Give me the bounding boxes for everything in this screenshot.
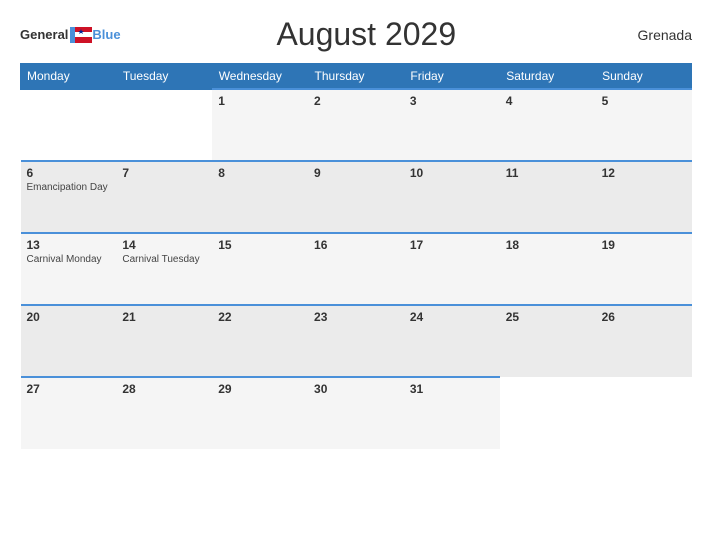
day-number: 12 <box>602 166 686 180</box>
calendar-table: MondayTuesdayWednesdayThursdayFridaySatu… <box>20 63 692 449</box>
day-number: 17 <box>410 238 494 252</box>
weekday-friday: Friday <box>404 64 500 90</box>
calendar-cell: 27 <box>21 377 117 449</box>
page: General Blue August 2029 Grenada MondayT… <box>0 0 712 550</box>
day-number: 23 <box>314 310 398 324</box>
weekday-saturday: Saturday <box>500 64 596 90</box>
calendar-cell <box>21 89 117 161</box>
calendar-cell: 10 <box>404 161 500 233</box>
country-label: Grenada <box>612 27 692 43</box>
day-number: 3 <box>410 94 494 108</box>
calendar-cell: 26 <box>596 305 692 377</box>
day-number: 4 <box>506 94 590 108</box>
calendar-cell: 16 <box>308 233 404 305</box>
day-number: 24 <box>410 310 494 324</box>
calendar-cell: 14 Carnival Tuesday <box>116 233 212 305</box>
day-number: 2 <box>314 94 398 108</box>
calendar-cell: 22 <box>212 305 308 377</box>
calendar-title: August 2029 <box>121 16 612 53</box>
day-number: 1 <box>218 94 302 108</box>
calendar-cell: 28 <box>116 377 212 449</box>
calendar-cell: 23 <box>308 305 404 377</box>
calendar-cell <box>500 377 596 449</box>
day-number: 28 <box>122 382 206 396</box>
event-label: Emancipation Day <box>27 182 111 193</box>
weekday-header-row: MondayTuesdayWednesdayThursdayFridaySatu… <box>21 64 692 90</box>
calendar-cell: 15 <box>212 233 308 305</box>
day-number: 10 <box>410 166 494 180</box>
day-number: 31 <box>410 382 494 396</box>
calendar-cell: 25 <box>500 305 596 377</box>
calendar-cell <box>596 377 692 449</box>
day-number: 13 <box>27 238 111 252</box>
header: General Blue August 2029 Grenada <box>20 16 692 53</box>
day-number: 7 <box>122 166 206 180</box>
calendar-cell: 17 <box>404 233 500 305</box>
logo-general-text: General <box>20 27 68 42</box>
calendar-header: MondayTuesdayWednesdayThursdayFridaySatu… <box>21 64 692 90</box>
calendar-cell: 9 <box>308 161 404 233</box>
calendar-cell: 31 <box>404 377 500 449</box>
calendar-cell: 29 <box>212 377 308 449</box>
day-number: 29 <box>218 382 302 396</box>
calendar-cell: 7 <box>116 161 212 233</box>
day-number: 25 <box>506 310 590 324</box>
day-number: 14 <box>122 238 206 252</box>
calendar-week-4: 20 21 22 23 24 25 26 <box>21 305 692 377</box>
calendar-cell: 21 <box>116 305 212 377</box>
calendar-cell: 19 <box>596 233 692 305</box>
weekday-sunday: Sunday <box>596 64 692 90</box>
logo: General Blue <box>20 27 121 43</box>
weekday-tuesday: Tuesday <box>116 64 212 90</box>
calendar-cell: 1 <box>212 89 308 161</box>
calendar-cell: 13 Carnival Monday <box>21 233 117 305</box>
day-number: 15 <box>218 238 302 252</box>
weekday-thursday: Thursday <box>308 64 404 90</box>
day-number: 18 <box>506 238 590 252</box>
calendar-cell: 2 <box>308 89 404 161</box>
calendar-week-5: 27 28 29 30 31 <box>21 377 692 449</box>
calendar-week-1: 12345 <box>21 89 692 161</box>
calendar-body: 123456Emancipation Day78910111213Carniva… <box>21 89 692 449</box>
event-label: Carnival Monday <box>27 254 111 265</box>
calendar-cell <box>116 89 212 161</box>
calendar-cell: 24 <box>404 305 500 377</box>
calendar-cell: 3 <box>404 89 500 161</box>
weekday-monday: Monday <box>21 64 117 90</box>
calendar-cell: 12 <box>596 161 692 233</box>
day-number: 19 <box>602 238 686 252</box>
calendar-cell: 18 <box>500 233 596 305</box>
calendar-cell: 30 <box>308 377 404 449</box>
day-number: 27 <box>27 382 111 396</box>
calendar-cell: 4 <box>500 89 596 161</box>
day-number: 20 <box>27 310 111 324</box>
calendar-cell: 5 <box>596 89 692 161</box>
day-number: 22 <box>218 310 302 324</box>
calendar-week-3: 13 Carnival Monday 14 Carnival Tuesday 15 16 1… <box>21 233 692 305</box>
day-number: 5 <box>602 94 686 108</box>
day-number: 30 <box>314 382 398 396</box>
weekday-wednesday: Wednesday <box>212 64 308 90</box>
logo-flag-icon <box>70 27 92 43</box>
day-number: 9 <box>314 166 398 180</box>
day-number: 8 <box>218 166 302 180</box>
day-number: 6 <box>27 166 111 180</box>
day-number: 26 <box>602 310 686 324</box>
day-number: 16 <box>314 238 398 252</box>
logo-blue-text: Blue <box>92 27 120 42</box>
calendar-cell: 8 <box>212 161 308 233</box>
calendar-cell: 6 Emancipation Day <box>21 161 117 233</box>
calendar-week-2: 6 Emancipation Day 789 10 11 12 <box>21 161 692 233</box>
day-number: 11 <box>506 166 590 180</box>
calendar-cell: 11 <box>500 161 596 233</box>
event-label: Carnival Tuesday <box>122 254 206 265</box>
day-number: 21 <box>122 310 206 324</box>
calendar-cell: 20 <box>21 305 117 377</box>
